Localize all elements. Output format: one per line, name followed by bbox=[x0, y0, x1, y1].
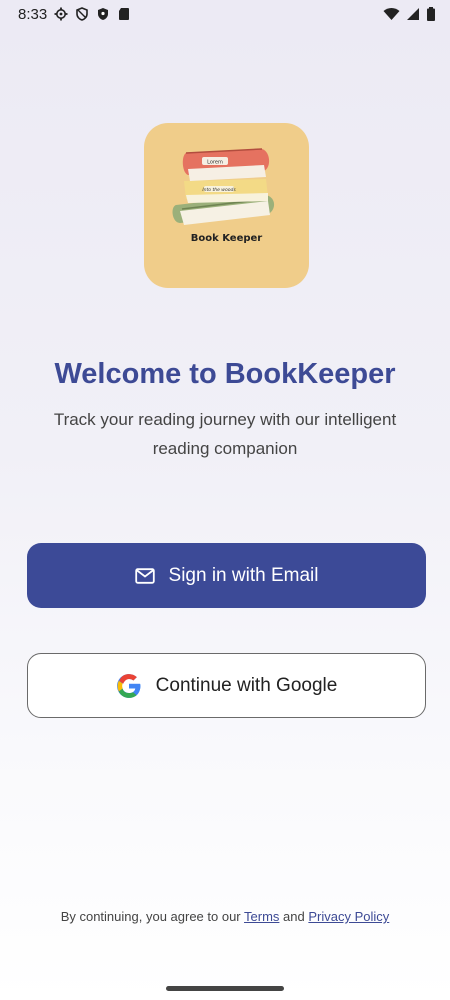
sd-card-icon bbox=[119, 8, 130, 20]
continue-google-label: Continue with Google bbox=[155, 674, 338, 696]
books-illustration-icon: Lorem Into the woods bbox=[172, 148, 275, 225]
page-subtitle: Track your reading journey with our inte… bbox=[53, 410, 397, 458]
terms-link[interactable]: Terms bbox=[244, 909, 279, 924]
page-title: Welcome to BookKeeper bbox=[54, 358, 396, 390]
home-indicator[interactable] bbox=[166, 986, 284, 991]
logo-text: Book Keeper bbox=[190, 233, 263, 244]
gear-icon bbox=[54, 7, 68, 21]
sign-in-email-button[interactable]: Sign in with Email bbox=[27, 543, 426, 608]
status-bar: 8:33 bbox=[0, 0, 450, 28]
wifi-icon bbox=[383, 8, 400, 20]
mail-icon bbox=[134, 567, 155, 584]
app-logo: Lorem Into the woods Book Keeper bbox=[144, 123, 309, 288]
status-right bbox=[383, 7, 436, 21]
shield-icon bbox=[76, 7, 89, 21]
continue-google-button[interactable]: Continue with Google bbox=[27, 653, 426, 718]
battery-icon bbox=[427, 7, 435, 21]
privacy-policy-link[interactable]: Privacy Policy bbox=[308, 909, 389, 924]
legal-prefix: By continuing, you agree to our bbox=[60, 909, 241, 924]
legal-text: By continuing, you agree to our Terms an… bbox=[0, 909, 450, 924]
status-left: 8:33 bbox=[18, 6, 131, 23]
signal-icon bbox=[407, 8, 419, 20]
shield-filled-icon bbox=[98, 8, 109, 20]
status-time: 8:33 bbox=[18, 5, 48, 23]
book-label-top: Lorem bbox=[207, 160, 223, 166]
book-label-middle: Into the woods bbox=[202, 187, 236, 193]
google-icon bbox=[116, 673, 141, 698]
sign-in-email-label: Sign in with Email bbox=[168, 564, 319, 586]
legal-and: and bbox=[283, 909, 305, 924]
